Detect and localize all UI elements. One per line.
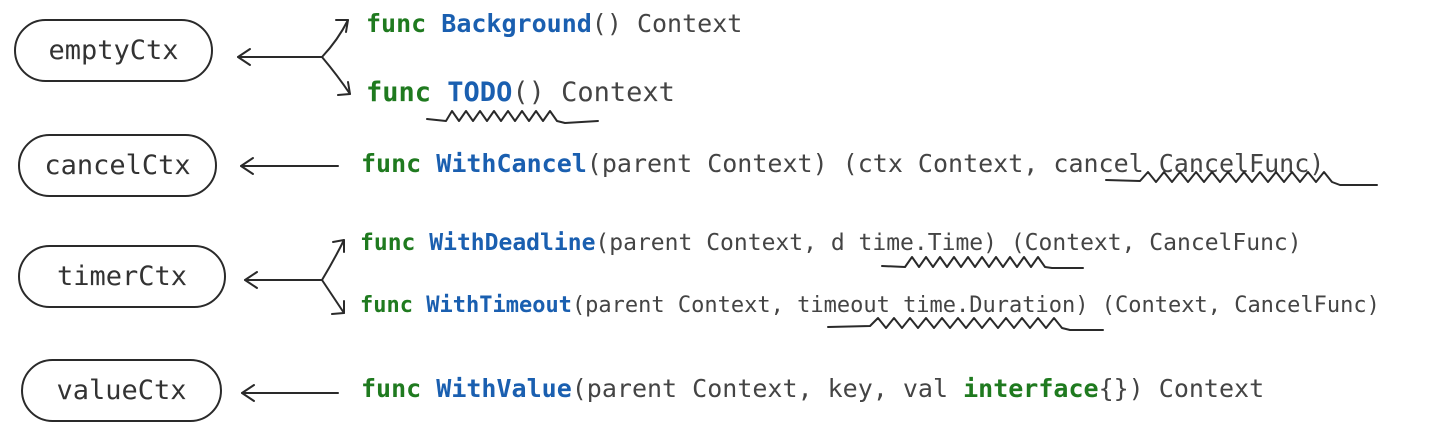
sig-todo: func TODO() Context: [366, 78, 675, 108]
timerctx-label: timerCtx: [56, 261, 188, 292]
cancelctx-node: cancelCtx: [18, 134, 217, 197]
fork-arrow-timer: [244, 239, 345, 315]
sig-with-value: func WithValue(parent Context, key, val …: [361, 374, 1264, 404]
keyword-func: func: [366, 9, 427, 38]
keyword-func: func: [360, 293, 413, 318]
sig-rest: (parent Context) (ctx Context, cancel Ca…: [586, 149, 1325, 178]
sig-rest: () Context: [591, 9, 743, 38]
timerctx-node: timerCtx: [18, 245, 226, 308]
valuectx-label: valueCtx: [56, 375, 187, 406]
cancelctx-label: cancelCtx: [44, 150, 191, 181]
func-name-with-timeout: WithTimeout: [426, 293, 572, 318]
arrow-cancel: [240, 157, 339, 175]
squiggle-underline-todo: [426, 110, 599, 124]
sig-background: func Background() Context: [366, 9, 742, 39]
arrow-value: [241, 384, 339, 402]
sig-with-deadline: func WithDeadline(parent Context, d time…: [360, 228, 1302, 258]
emptyctx-node: emptyCtx: [14, 19, 213, 82]
sig-rest: (parent Context, key, val: [571, 374, 964, 403]
squiggle-underline-deadline: [881, 256, 1084, 269]
func-name-with-cancel: WithCancel: [436, 149, 587, 178]
keyword-func: func: [360, 230, 416, 256]
func-name-with-value: WithValue: [436, 374, 572, 403]
valuectx-node: valueCtx: [21, 359, 222, 422]
fork-arrow-empty: [237, 19, 351, 96]
sig-rest: {}) Context: [1098, 374, 1265, 403]
sig-rest: (parent Context, timeout time.Duration) …: [571, 293, 1380, 318]
func-name-with-deadline: WithDeadline: [429, 230, 596, 256]
sig-rest: (parent Context, d time.Time) (Context, …: [595, 230, 1302, 256]
emptyctx-label: emptyCtx: [48, 35, 179, 66]
sig-rest: () Context: [512, 77, 675, 108]
sig-with-cancel: func WithCancel(parent Context) (ctx Con…: [361, 149, 1324, 179]
func-name-background: Background: [441, 9, 592, 38]
keyword-func: func: [366, 77, 432, 108]
keyword-func: func: [361, 149, 422, 178]
func-name-todo: TODO: [447, 77, 513, 108]
keyword-func: func: [361, 374, 422, 403]
keyword-interface: interface: [963, 374, 1099, 403]
sig-with-timeout: func WithTimeout(parent Context, timeout…: [360, 291, 1380, 321]
